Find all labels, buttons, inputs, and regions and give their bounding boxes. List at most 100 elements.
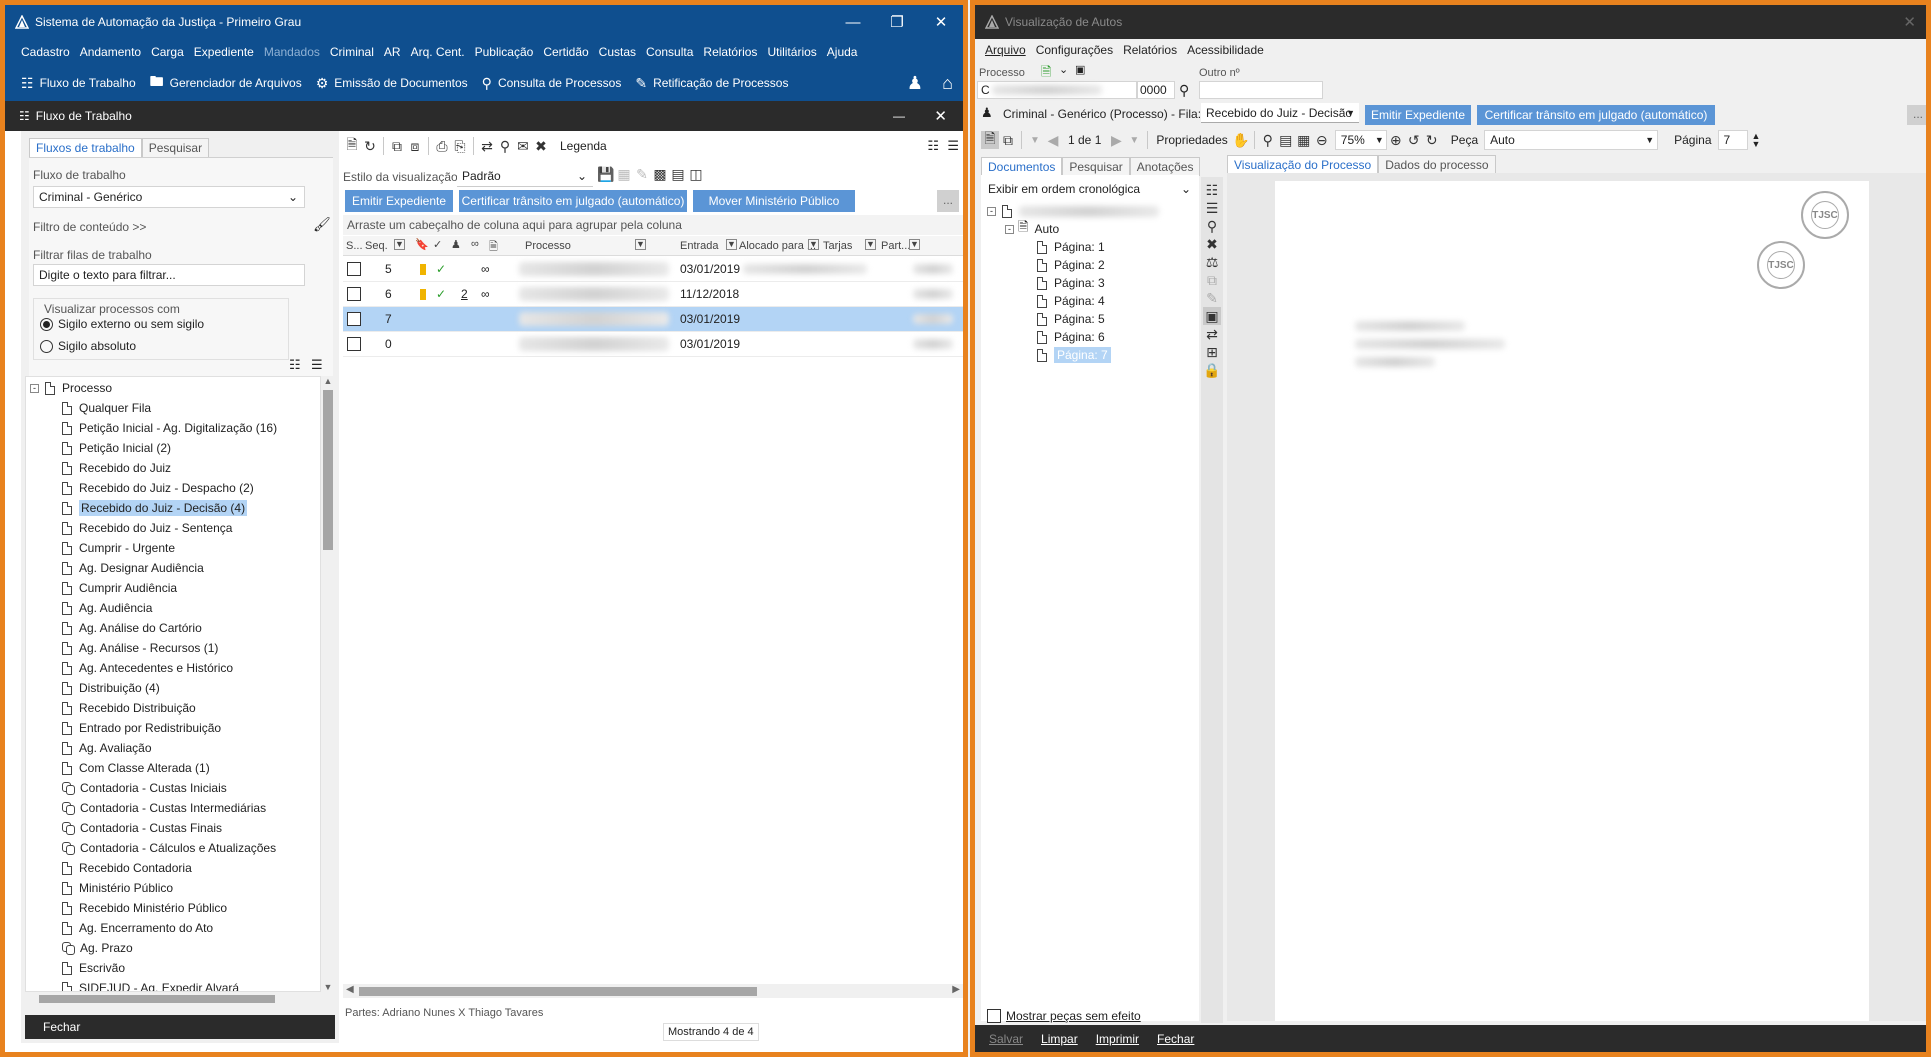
tree-page-item[interactable]: Página: 7 [1037, 345, 1111, 365]
tree-horizontal-scrollbar[interactable] [25, 992, 321, 1006]
limpar-button[interactable]: Limpar [1041, 1032, 1078, 1046]
add-icon[interactable]: ⊞ [1203, 343, 1221, 361]
brush-icon[interactable]: 🖌 [313, 216, 331, 233]
collapse-tree-icon[interactable]: ☰ [311, 357, 323, 373]
col-check-icon[interactable]: ✓ [433, 238, 442, 251]
menu-ajuda[interactable]: Ajuda [827, 45, 858, 59]
tree-queue-item[interactable]: Ag. Designar Audiência [62, 558, 204, 578]
fit-width-icon[interactable]: ▦ [1295, 131, 1313, 149]
col-people-icon[interactable]: ♟ [451, 238, 461, 251]
tree-queue-item[interactable]: Cumprir Audiência [62, 578, 177, 598]
row-checkbox[interactable] [347, 262, 361, 276]
menu-certidao[interactable]: Certidão [543, 45, 588, 59]
filter-icon[interactable]: ▼ [726, 239, 737, 250]
outro-input[interactable] [1199, 81, 1323, 99]
certificar-transito-button[interactable]: Certificar trânsito em julgado (automáti… [1477, 105, 1715, 125]
radio-sigilo-absoluto[interactable]: Sigilo absoluto [40, 339, 136, 353]
tree-queue-item[interactable]: Contadoria - Custas Iniciais [62, 778, 227, 798]
tree-auto[interactable]: - 🗎 Auto [1005, 219, 1059, 239]
col-s[interactable]: S... [346, 240, 363, 252]
row-checkbox[interactable] [347, 337, 361, 351]
collapse-icon[interactable]: - [987, 206, 996, 216]
certificar-transito-button[interactable]: Certificar trânsito em julgado (automáti… [459, 190, 687, 212]
spinner-icon[interactable]: ▲ ▼ [1752, 132, 1761, 149]
collapse-icon[interactable]: ☰ [947, 138, 959, 154]
processo-suffix-input[interactable]: 0000 [1137, 81, 1175, 99]
filter-icon[interactable]: ▼ [808, 239, 819, 250]
tree-queue-item[interactable]: Recebido do Juiz [62, 458, 171, 478]
tree-process-root[interactable]: - [987, 201, 1159, 221]
menu-cadastro[interactable]: Cadastro [21, 45, 70, 59]
duplicate-icon[interactable]: ⧈ [406, 137, 424, 155]
close-button[interactable]: ✕ [919, 5, 963, 39]
retificacao-processos-button[interactable]: ✎ Retificação de Processos [635, 75, 788, 92]
next-page-icon[interactable]: ▶ [1107, 131, 1125, 149]
menu-relatorios[interactable]: Relatórios [703, 45, 757, 59]
more-actions-button[interactable]: ... [1907, 105, 1926, 125]
grid-horizontal-scrollbar[interactable]: ◀ ▶ [343, 984, 963, 998]
peca-select[interactable]: Auto ▼ [1484, 130, 1659, 150]
remove-icon[interactable]: ✖ [532, 137, 550, 155]
tree-queue-item[interactable]: Recebido Ministério Público [62, 898, 227, 918]
tree-queue-item[interactable]: Recebido Contadoria [62, 858, 192, 878]
tab-visualizacao[interactable]: Visualização do Processo [1227, 155, 1379, 174]
panel-minimize-button[interactable]: — [893, 109, 905, 123]
row-checkbox[interactable] [347, 312, 361, 326]
tree-queue-item[interactable]: Qualquer Fila [62, 398, 151, 418]
menu-custas[interactable]: Custas [599, 45, 636, 59]
tree-queue-item[interactable]: Recebido do Juiz - Sentença [62, 518, 232, 538]
filtro-conteudo-link[interactable]: Filtro de conteúdo >> [33, 220, 146, 234]
table-row[interactable]: 6 ✓ 2 ∞ 11/12/2018 [343, 282, 963, 307]
tree-queue-item[interactable]: Escrivão [62, 958, 125, 978]
refresh-icon[interactable]: ↻ [361, 137, 379, 155]
zoom-select[interactable]: 75% ▼ [1334, 130, 1387, 150]
tree-queue-item[interactable]: Ag. Audiência [62, 598, 152, 618]
scroll-down-arrow[interactable]: ▼ [321, 982, 335, 992]
col-entrada[interactable]: Entrada [680, 240, 719, 252]
tree-queue-item[interactable]: Cumprir - Urgente [62, 538, 175, 558]
tab-anotacoes[interactable]: Anotações [1129, 157, 1201, 176]
tree-queue-item[interactable]: Com Classe Alterada (1) [62, 758, 210, 778]
mover-ministerio-button[interactable]: Mover Ministério Público [693, 190, 855, 212]
pagina-input[interactable]: 7 [1717, 130, 1748, 150]
estilo-select[interactable]: Padrão ⌄ [457, 165, 593, 187]
tree-queue-item[interactable]: Ag. Antecedentes e Histórico [62, 658, 233, 678]
document-icon[interactable]: 🗎 [981, 130, 999, 149]
filter-icon[interactable]: ▼ [909, 239, 920, 250]
documents-icon[interactable]: ⧉ [999, 131, 1017, 149]
chevron-down-icon[interactable]: ⌄ [1059, 63, 1068, 76]
expand-tree-icon[interactable]: ☷ [1203, 181, 1221, 199]
tree-queue-item[interactable]: Petição Inicial - Ag. Digitalização (16) [62, 418, 277, 438]
radio-sigilo-externo[interactable]: Sigilo externo ou sem sigilo [40, 317, 204, 331]
row-checkbox[interactable] [347, 287, 361, 301]
table-row[interactable]: 0 03/01/2019 [343, 332, 963, 357]
menu-arq-cent[interactable]: Arq. Cent. [411, 45, 465, 59]
fluxo-trabalho-button[interactable]: ☷ Fluxo de Trabalho [21, 75, 136, 92]
menu-andamento[interactable]: Andamento [80, 45, 141, 59]
menu-utilitarios[interactable]: Utilitários [767, 45, 816, 59]
tree-page-item[interactable]: Página: 3 [1037, 273, 1105, 293]
tree-queue-item[interactable]: Ministério Público [62, 878, 173, 898]
transfer-icon[interactable]: ⇄ [478, 137, 496, 155]
tree-queue-item[interactable]: Contadoria - Custas Finais [62, 818, 222, 838]
tab-fluxos[interactable]: Fluxos de trabalho [29, 138, 142, 157]
table-row[interactable]: 5 ✓ ∞ 03/01/2019 [343, 257, 963, 282]
tree-page-item[interactable]: Página: 1 [1037, 237, 1105, 257]
tree-queue-item[interactable]: Recebido do Juiz - Decisão (4) [62, 498, 248, 518]
menu-ar[interactable]: AR [384, 45, 401, 59]
more-actions-button[interactable]: ... [937, 190, 959, 212]
tree-queue-item[interactable]: Ag. Encerramento do Ato [62, 918, 213, 938]
restore-button[interactable]: ❐ [875, 5, 919, 39]
tree-queue-item[interactable]: Distribuição (4) [62, 678, 160, 698]
filter-queues-input[interactable]: Digite o texto para filtrar... [33, 264, 305, 286]
filter-icon[interactable]: ▼ [394, 239, 405, 250]
collapse-icon[interactable]: - [1005, 224, 1014, 234]
tree-queue-item[interactable]: SIDEJUD - Ag. Expedir Alvará [62, 978, 239, 991]
emitir-expediente-button[interactable]: Emitir Expediente [1365, 105, 1471, 125]
tree-queue-item[interactable]: Contadoria - Cálculos e Atualizações [62, 838, 276, 858]
col-partes[interactable]: Part... [881, 240, 910, 252]
note-icon[interactable]: ▣ [1203, 307, 1221, 325]
tree-root[interactable]: - Processo [26, 378, 112, 398]
row-count[interactable]: 2 [461, 287, 468, 301]
sign-icon[interactable]: ⚖ [1203, 253, 1221, 271]
